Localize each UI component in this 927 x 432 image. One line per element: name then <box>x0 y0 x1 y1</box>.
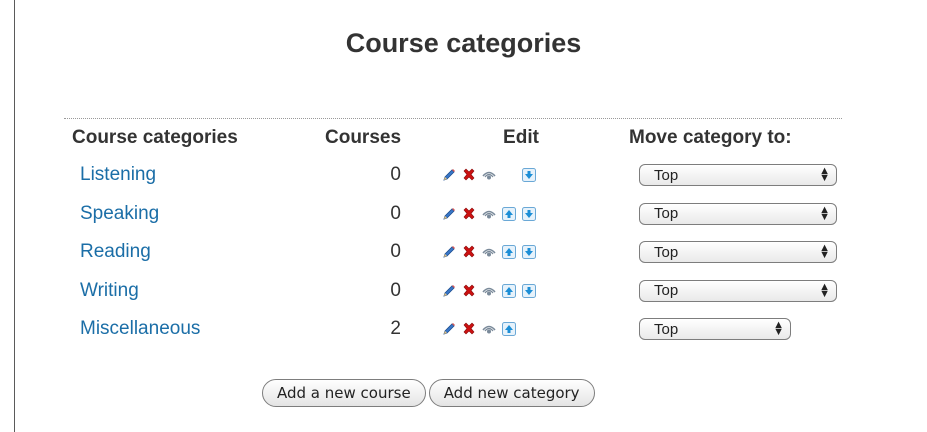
arrow-up-icon[interactable] <box>501 283 517 299</box>
table-row: Reading 0 Top ▲ ▼ <box>72 233 859 272</box>
move-category-select[interactable]: Top ▲ ▼ <box>639 318 791 341</box>
delete-icon[interactable] <box>461 244 477 260</box>
table-row: Miscellaneous 2 Top ▲ ▼ <box>72 310 859 349</box>
move-category-value: Top <box>654 243 679 261</box>
course-count: 2 <box>390 318 401 340</box>
chevron-updown-icon: ▲ ▼ <box>773 319 784 339</box>
chevron-updown-icon: ▲ ▼ <box>819 165 830 185</box>
arrow-up-icon[interactable] <box>501 206 517 222</box>
delete-icon[interactable] <box>461 283 477 299</box>
page-title: Course categories <box>345 28 582 58</box>
move-category-value: Top <box>654 320 679 338</box>
move-cell: Top ▲ ▼ <box>629 310 859 349</box>
table-row: Writing 0 Top ▲ ▼ <box>72 272 859 311</box>
move-category-value: Top <box>654 166 679 184</box>
table-row: Listening 0 Top ▲ ▼ <box>72 156 859 195</box>
course-count: 0 <box>390 164 401 186</box>
course-count: 0 <box>390 241 401 263</box>
move-category-select[interactable]: Top ▲ ▼ <box>639 279 837 302</box>
category-name-cell: Miscellaneous <box>72 310 325 349</box>
category-name-cell: Speaking <box>72 195 325 234</box>
column-header-edit: Edit <box>503 127 539 148</box>
category-link[interactable]: Reading <box>72 241 151 262</box>
pencil-icon[interactable] <box>441 244 457 260</box>
column-header-courses: Courses <box>325 127 402 148</box>
delete-icon[interactable] <box>461 321 477 337</box>
edit-cell <box>435 310 629 349</box>
arrow-up-icon[interactable] <box>501 321 517 337</box>
arrow-up-icon[interactable] <box>501 244 517 260</box>
table-row: Speaking 0 Top ▲ ▼ <box>72 195 859 234</box>
eye-icon[interactable] <box>481 283 497 299</box>
edit-cell <box>435 233 629 272</box>
course-count: 0 <box>390 202 401 224</box>
move-cell: Top ▲ ▼ <box>629 156 859 195</box>
eye-icon[interactable] <box>481 206 497 222</box>
table-header-row: Course categories Courses Edit Move cate… <box>72 120 859 156</box>
column-header-move: Move category to: <box>629 127 792 148</box>
eye-icon[interactable] <box>481 244 497 260</box>
category-name-cell: Listening <box>72 156 325 195</box>
divider <box>64 118 842 119</box>
delete-icon[interactable] <box>461 206 477 222</box>
arrow-up-placeholder <box>501 167 517 183</box>
category-link[interactable]: Listening <box>72 164 156 185</box>
column-header-categories: Course categories <box>72 127 238 148</box>
eye-icon[interactable] <box>481 167 497 183</box>
chevron-updown-icon: ▲ ▼ <box>819 242 830 262</box>
move-cell: Top ▲ ▼ <box>629 233 859 272</box>
add-course-button[interactable]: Add a new course <box>262 379 426 407</box>
move-cell: Top ▲ ▼ <box>629 195 859 234</box>
edit-cell <box>435 156 629 195</box>
arrow-down-icon[interactable] <box>521 244 537 260</box>
move-category-select[interactable]: Top ▲ ▼ <box>639 164 837 187</box>
pencil-icon[interactable] <box>441 167 457 183</box>
category-name-cell: Writing <box>72 272 325 311</box>
move-category-value: Top <box>654 205 679 223</box>
move-category-value: Top <box>654 282 679 300</box>
category-link[interactable]: Speaking <box>72 203 159 224</box>
move-category-select[interactable]: Top ▲ ▼ <box>639 241 837 264</box>
add-category-button[interactable]: Add new category <box>428 379 595 407</box>
chevron-updown-icon: ▲ ▼ <box>819 203 830 223</box>
arrow-down-icon[interactable] <box>521 206 537 222</box>
category-link[interactable]: Writing <box>72 280 139 301</box>
delete-icon[interactable] <box>461 167 477 183</box>
arrow-down-icon[interactable] <box>521 283 537 299</box>
pencil-icon[interactable] <box>441 283 457 299</box>
move-category-select[interactable]: Top ▲ ▼ <box>639 202 837 225</box>
move-cell: Top ▲ ▼ <box>629 272 859 311</box>
arrow-down-icon[interactable] <box>521 167 537 183</box>
course-count: 0 <box>390 279 401 301</box>
pencil-icon[interactable] <box>441 206 457 222</box>
category-name-cell: Reading <box>72 233 325 272</box>
category-link[interactable]: Miscellaneous <box>72 318 200 339</box>
chevron-updown-icon: ▲ ▼ <box>819 280 830 300</box>
pencil-icon[interactable] <box>441 321 457 337</box>
edit-cell <box>435 195 629 234</box>
eye-icon[interactable] <box>481 321 497 337</box>
edit-cell <box>435 272 629 311</box>
action-buttons: Add a new course Add new category <box>262 379 595 407</box>
category-table: Course categories Courses Edit Move cate… <box>72 120 859 349</box>
